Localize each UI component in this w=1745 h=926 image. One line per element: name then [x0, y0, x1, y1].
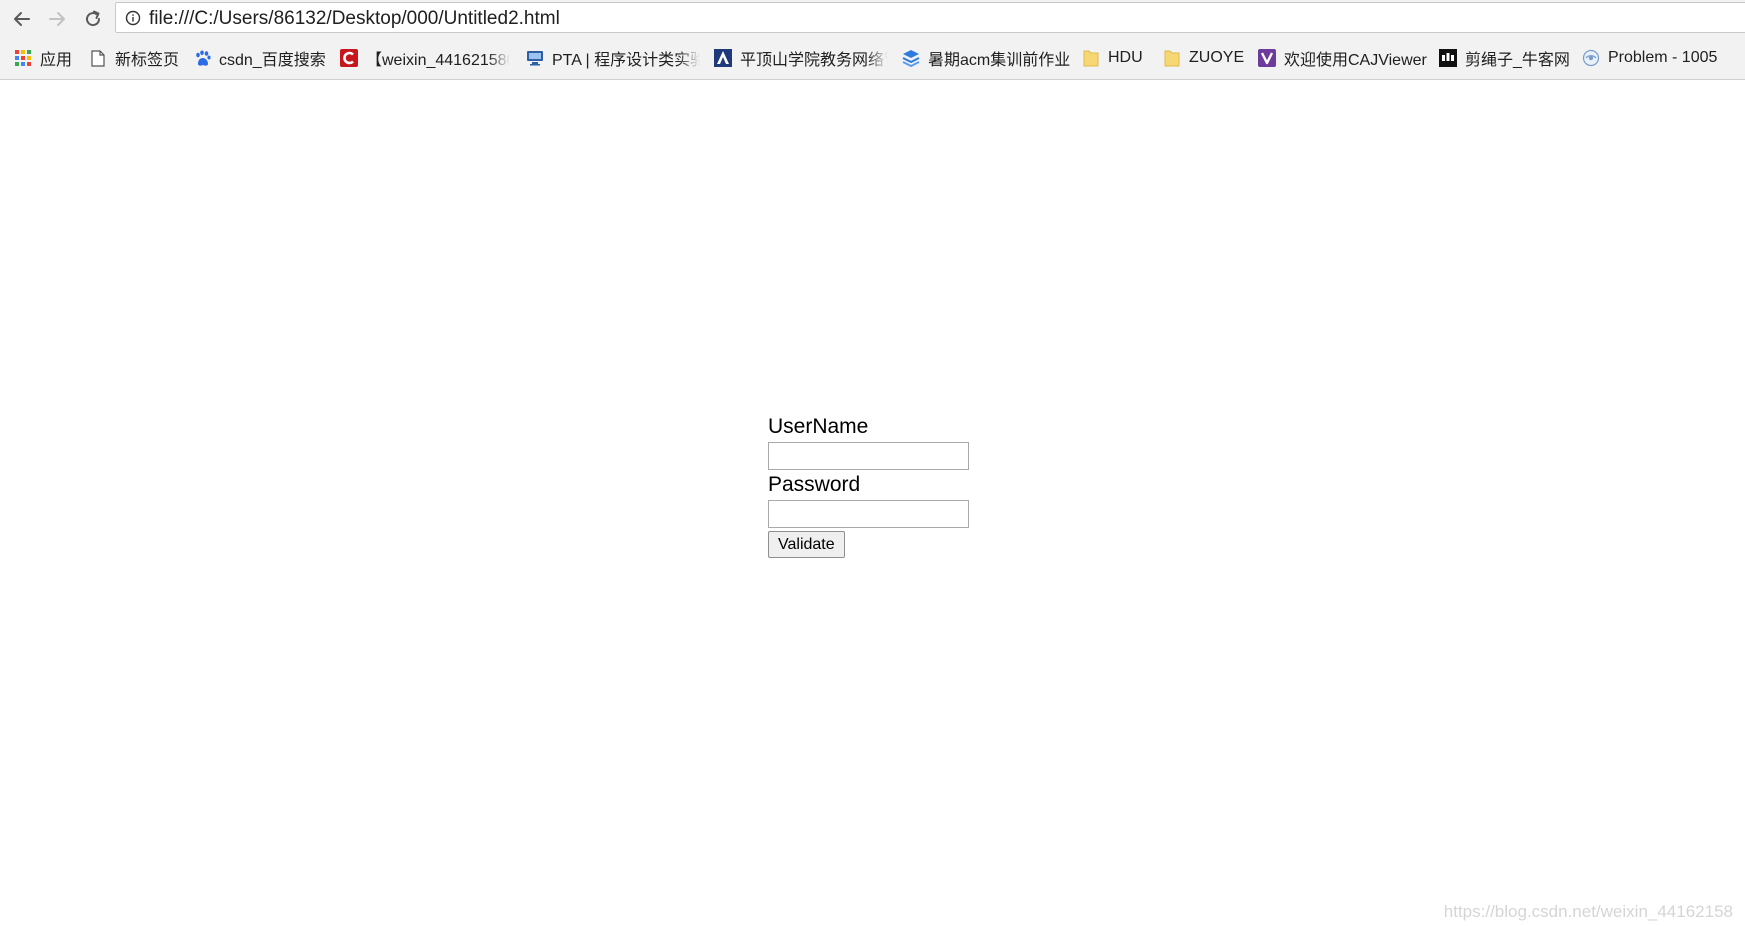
bookmark-label: HDU	[1108, 49, 1143, 66]
nowcoder-icon	[1439, 49, 1457, 67]
username-label: UserName	[768, 415, 869, 438]
validate-button[interactable]: Validate	[768, 531, 845, 558]
address-bar[interactable]: file:///C:/Users/86132/Desktop/000/Untit…	[115, 2, 1745, 33]
validate-form: UserName Password Validate	[768, 415, 988, 558]
page-icon	[89, 49, 107, 67]
forward-button[interactable]	[44, 6, 70, 32]
bookmark-label: Problem - 1005	[1608, 49, 1718, 66]
university-icon	[714, 49, 732, 67]
browser-toolbar: file:///C:/Users/86132/Desktop/000/Untit…	[0, 0, 1745, 37]
info-icon[interactable]	[125, 10, 141, 26]
apps-grid-icon	[14, 49, 32, 67]
pta-icon	[526, 49, 544, 67]
url-text: file:///C:/Users/86132/Desktop/000/Untit…	[149, 8, 560, 29]
bookmark-apps[interactable]: 应用	[14, 47, 72, 69]
bookmark-label: 暑期acm集训前作业	[928, 52, 1071, 69]
bookmark-label: 欢迎使用CAJViewer	[1284, 52, 1427, 69]
globe-icon	[1582, 49, 1600, 67]
username-input[interactable]	[768, 442, 969, 470]
csdn-c-icon	[340, 49, 358, 67]
bookmark-label: PTA | 程序设计类实验	[552, 52, 700, 69]
password-label: Password	[768, 473, 861, 496]
arrow-left-icon	[14, 12, 30, 26]
bookmark-csdn-weixin[interactable]: 【weixin_441621580	[340, 47, 510, 69]
bookmark-csdn-baidu[interactable]: csdn_百度搜索	[193, 47, 326, 69]
bookmark-acm[interactable]: 暑期acm集训前作业	[902, 47, 1070, 69]
bookmark-pta[interactable]: PTA | 程序设计类实验	[526, 47, 700, 69]
bookmark-nowcoder[interactable]: 剪绳子_牛客网	[1439, 47, 1570, 69]
v-icon	[1258, 49, 1276, 67]
bookmark-label: 平顶山学院教务网络管	[740, 52, 888, 69]
layers-icon	[902, 49, 920, 67]
reload-button[interactable]	[80, 6, 106, 32]
bookmark-folder-hdu[interactable]: HDU	[1082, 47, 1143, 69]
bookmark-label: 剪绳子_牛客网	[1465, 52, 1570, 69]
watermark: https://blog.csdn.net/weixin_44162158	[1443, 902, 1733, 921]
bookmark-problem-1005[interactable]: Problem - 1005	[1582, 47, 1717, 69]
password-input[interactable]	[768, 500, 969, 528]
folder-icon	[1163, 49, 1181, 67]
bookmark-folder-zuoye[interactable]: ZUOYE	[1163, 47, 1244, 69]
bookmark-cajviewer[interactable]: 欢迎使用CAJViewer	[1258, 47, 1427, 69]
folder-icon	[1082, 49, 1100, 67]
baidu-paw-icon	[193, 49, 211, 67]
bookmark-label: csdn_百度搜索	[219, 52, 326, 69]
bookmark-label: 应用	[40, 52, 73, 69]
back-button[interactable]	[9, 6, 35, 32]
arrow-right-icon	[49, 12, 65, 26]
bookmark-label: 新标签页	[115, 52, 180, 69]
bookmark-label: 【weixin_441621580	[366, 52, 510, 69]
bookmarks-bar: 应用 新标签页 csdn_百度搜索 【weixin_441621580 PTA …	[0, 37, 1745, 80]
bookmark-label: ZUOYE	[1189, 49, 1245, 66]
bookmark-new-tab[interactable]: 新标签页	[89, 47, 179, 69]
bookmark-pdsu[interactable]: 平顶山学院教务网络管	[714, 47, 888, 69]
reload-icon	[86, 10, 101, 27]
